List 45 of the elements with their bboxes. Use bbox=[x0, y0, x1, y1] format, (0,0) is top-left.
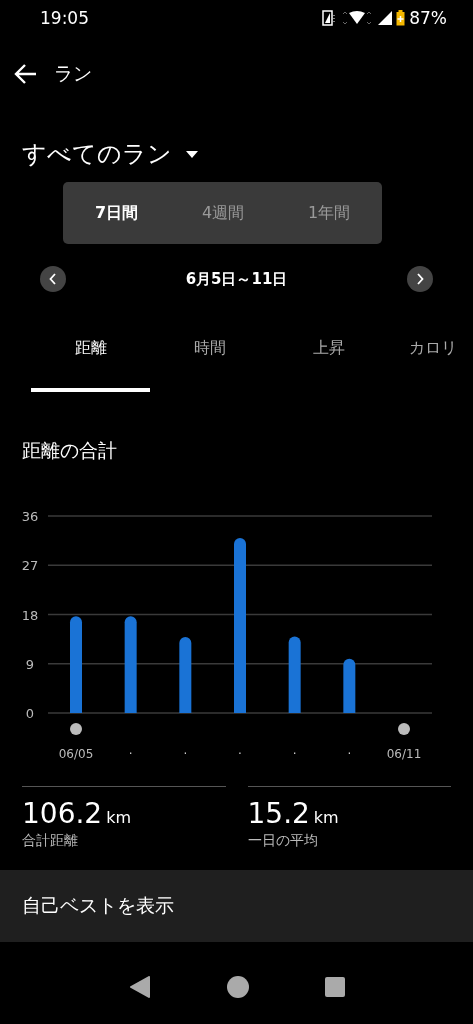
stat-label: 合計距離 bbox=[22, 832, 79, 850]
axis-label: 36 bbox=[21, 509, 39, 524]
section-title: 距離の合計 bbox=[22, 438, 118, 463]
axis-label: · bbox=[238, 747, 242, 761]
axis-label: 27 bbox=[21, 558, 39, 574]
period-tab[interactable]: 1年間 bbox=[297, 194, 361, 232]
recents-icon[interactable] bbox=[324, 977, 345, 997]
personal-best-button[interactable]: 自己ベストを表示 bbox=[0, 870, 473, 942]
date-range: 6月5日～11日 bbox=[185, 269, 288, 289]
run-filter-dropdown[interactable]: すべてのラン bbox=[22, 136, 473, 172]
screen-rotate-icon bbox=[322, 10, 337, 26]
period-tab[interactable]: 7日間 bbox=[84, 194, 149, 232]
axis-label: 0 bbox=[25, 706, 35, 721]
dropdown-caret-icon bbox=[186, 150, 198, 158]
previous-button[interactable] bbox=[40, 266, 66, 292]
signal-icon bbox=[378, 11, 393, 25]
stat-value: 15.2 km bbox=[247, 797, 340, 830]
metric-tab[interactable]: カロリ bbox=[388, 330, 473, 392]
axis-label: · bbox=[347, 747, 352, 761]
battery-icon bbox=[396, 10, 406, 26]
chevron-left-icon bbox=[49, 273, 57, 285]
clock: 19:05 bbox=[40, 8, 89, 28]
stat-value: 106.2 km bbox=[22, 797, 133, 830]
axis-label: 06/05 bbox=[58, 747, 94, 761]
axis-label: 9 bbox=[25, 656, 35, 672]
axis-label: 18 bbox=[21, 607, 39, 623]
home-icon[interactable] bbox=[226, 976, 249, 998]
back-button[interactable] bbox=[14, 63, 38, 85]
axis-label: · bbox=[128, 747, 133, 761]
metric-tab[interactable]: 上昇 bbox=[269, 330, 388, 392]
page-title: ラン bbox=[54, 61, 92, 86]
metric-tab[interactable]: 距離 bbox=[31, 330, 150, 392]
axis-label: · bbox=[292, 747, 297, 761]
metric-tab[interactable]: 時間 bbox=[150, 330, 269, 392]
back-icon[interactable] bbox=[128, 976, 151, 998]
axis-label: · bbox=[183, 747, 188, 761]
day-dot bbox=[398, 723, 410, 735]
battery-percent: 87% bbox=[409, 8, 447, 28]
back-arrow-icon bbox=[14, 63, 38, 85]
day-dot bbox=[70, 723, 82, 735]
period-tab[interactable]: 4週間 bbox=[191, 194, 255, 232]
axis-label: 06/11 bbox=[386, 747, 422, 761]
stat-label: 一日の平均 bbox=[247, 832, 319, 850]
next-button[interactable] bbox=[407, 266, 433, 292]
chevron-right-icon bbox=[416, 273, 424, 285]
